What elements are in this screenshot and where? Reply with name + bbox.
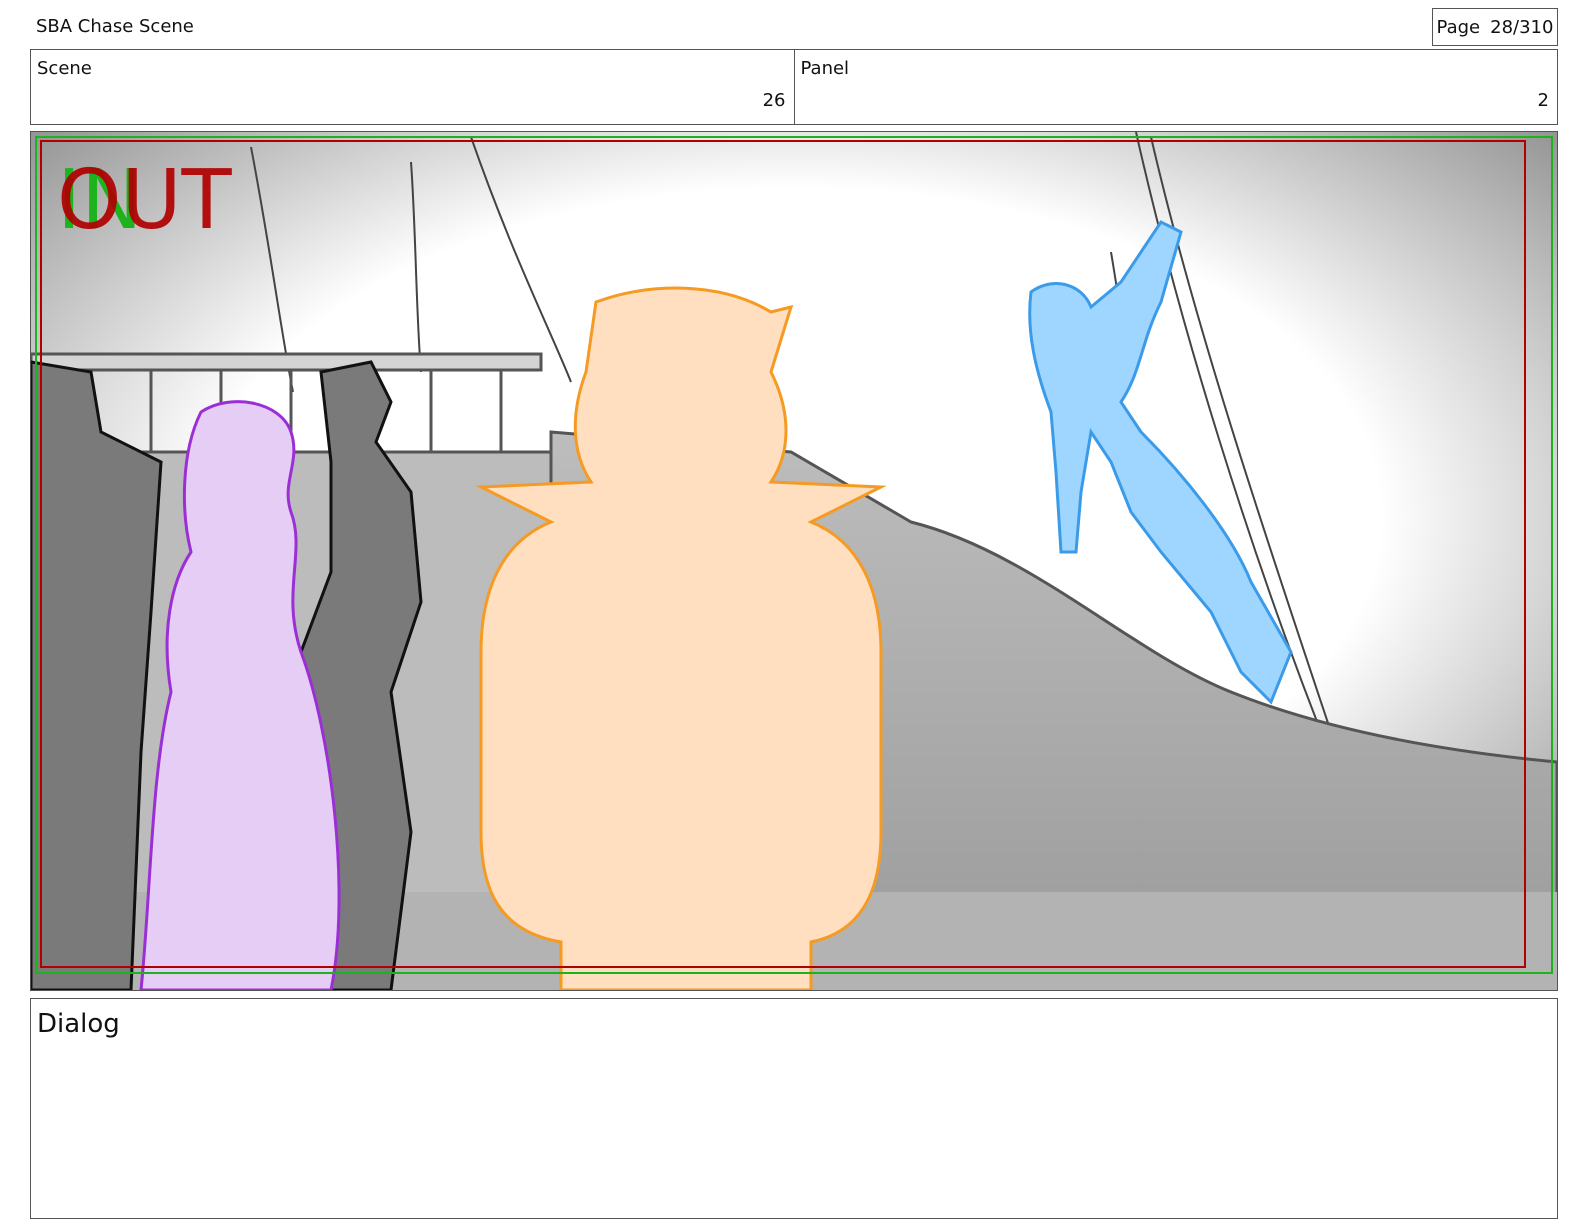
page-label: Page xyxy=(1436,16,1481,38)
scene-cell: Scene 26 xyxy=(31,50,794,124)
page-indicator: Page 28/310 xyxy=(1432,8,1558,46)
document-title: SBA Chase Scene xyxy=(36,16,194,37)
out-marker: OUT xyxy=(57,153,233,248)
scene-number: 26 xyxy=(762,90,786,111)
panel-number: 2 xyxy=(1537,90,1549,111)
panel-drawing: IN OUT xyxy=(31,132,1557,990)
dialog-box[interactable]: Dialog xyxy=(30,998,1558,1219)
panel-cell: Panel 2 xyxy=(793,50,1558,124)
dialog-label: Dialog xyxy=(37,1009,120,1039)
scene-label: Scene xyxy=(37,58,92,79)
page-number: 28/310 xyxy=(1490,16,1554,38)
storyboard-panel: IN OUT xyxy=(30,131,1558,991)
panel-label: Panel xyxy=(800,58,850,79)
scene-panel-row: Scene 26 Panel 2 xyxy=(30,49,1558,125)
